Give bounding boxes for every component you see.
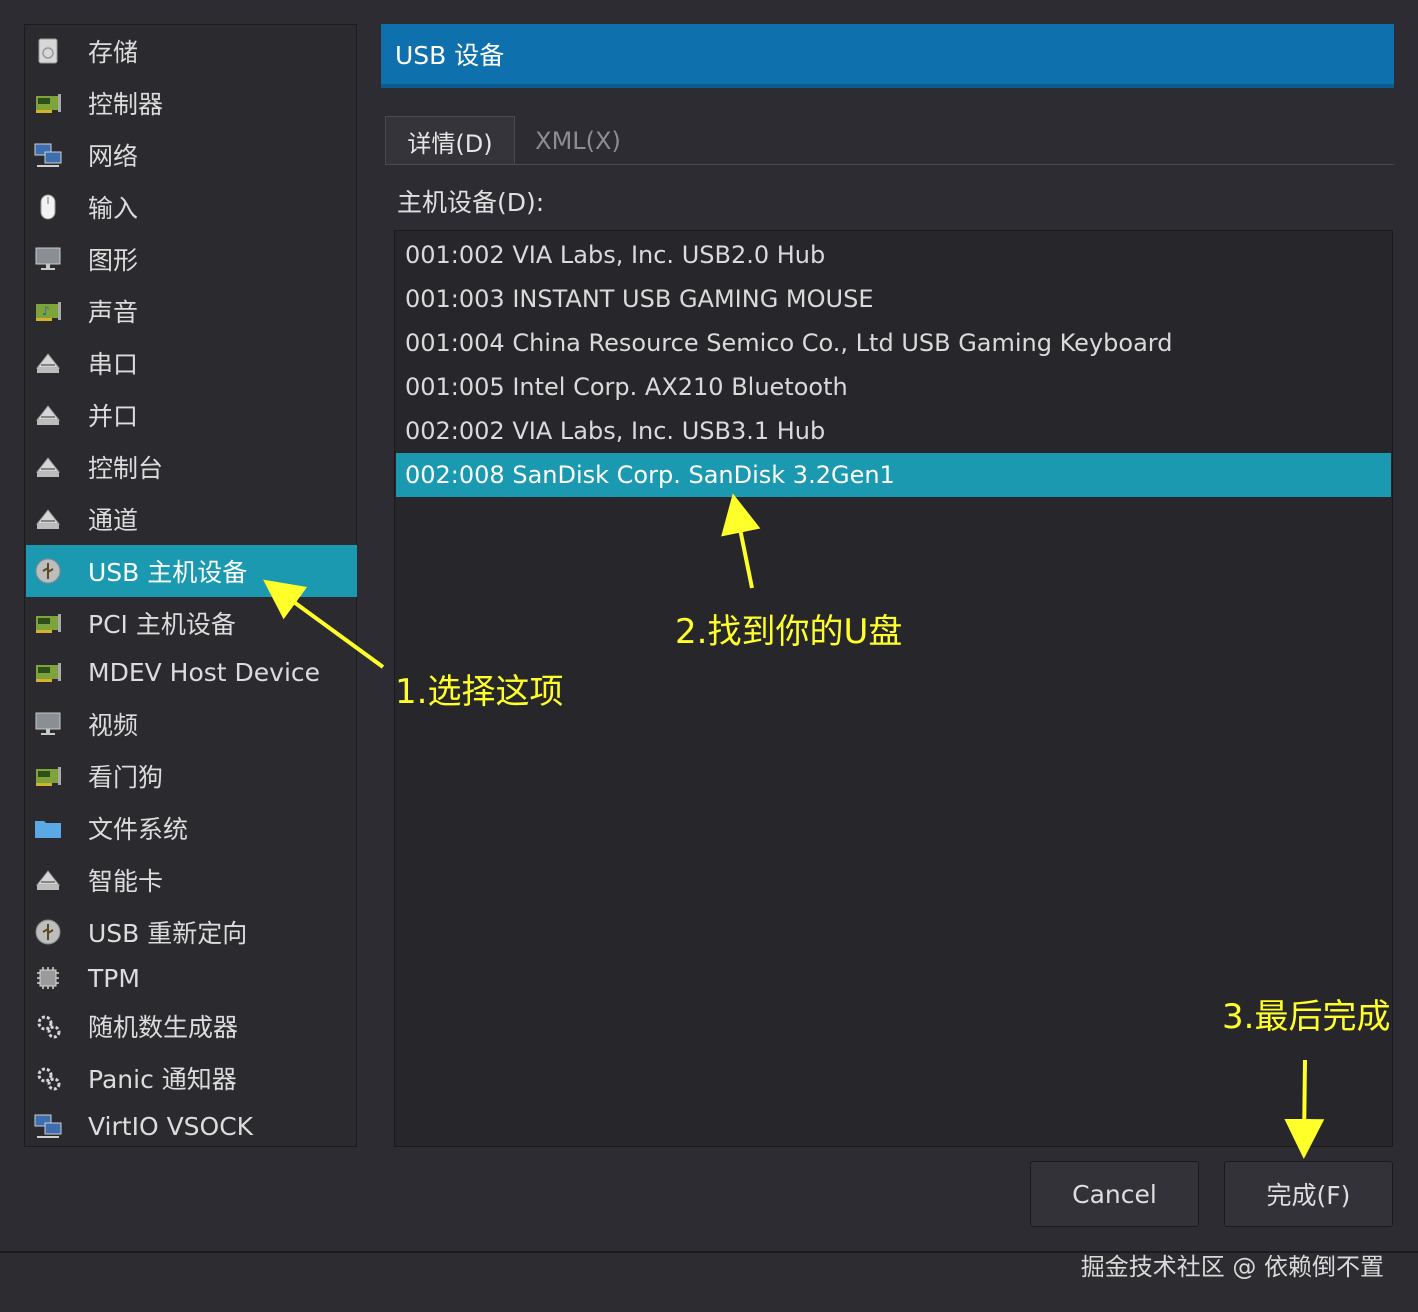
- sidebar-item[interactable]: 并口: [26, 389, 357, 441]
- sidebar-item-label: 随机数生成器: [88, 1013, 239, 1042]
- sidebar-item[interactable]: USB 主机设备: [26, 545, 357, 597]
- monitor-icon: [32, 708, 64, 740]
- device-row[interactable]: 002:002 VIA Labs, Inc. USB3.1 Hub: [396, 409, 1391, 453]
- sidebar-item-label: 控制台: [88, 454, 164, 483]
- gear-icon: [32, 1062, 64, 1094]
- sidebar-item[interactable]: 文件系统: [26, 802, 357, 854]
- sidebar-item-label: Panic 通知器: [88, 1065, 237, 1094]
- card-icon: [32, 87, 64, 119]
- tab-details[interactable]: 详情(D): [385, 116, 515, 165]
- folder-icon: [32, 812, 64, 844]
- svg-text:♪: ♪: [42, 304, 50, 318]
- annotation-step1: 1.选择这项: [395, 672, 564, 712]
- serial-icon: [32, 503, 64, 535]
- sidebar-item[interactable]: 视频: [26, 698, 357, 750]
- sidebar-item[interactable]: 串口: [26, 337, 357, 389]
- card-icon: [32, 607, 64, 639]
- sidebar-item-label: 输入: [88, 194, 139, 223]
- sidebar-item[interactable]: 网络: [26, 129, 357, 181]
- sidebar-item-label: 视频: [88, 711, 139, 740]
- sidebar-item-label: MDEV Host Device: [88, 657, 321, 687]
- sidebar-item-label: 文件系统: [88, 815, 189, 844]
- host-device-label: 主机设备(D):: [397, 188, 545, 217]
- card-icon: [32, 760, 64, 792]
- card-icon: [32, 656, 64, 688]
- tab-divider: [385, 164, 1394, 165]
- sidebar-item[interactable]: 控制台: [26, 441, 357, 493]
- network-icon: [32, 1110, 64, 1142]
- sidebar-item-label: 图形: [88, 246, 139, 275]
- storage-icon: [32, 35, 64, 67]
- watermark: 掘金技术社区 @ 依赖倒不置: [1080, 1253, 1384, 1281]
- sidebar-item[interactable]: USB 重新定向: [26, 906, 357, 958]
- sidebar-item[interactable]: 随机数生成器: [26, 1000, 357, 1052]
- network-icon: [32, 139, 64, 171]
- sound-card-icon: ♪: [32, 295, 64, 327]
- sidebar-item-label: 看门狗: [88, 763, 164, 792]
- sidebar-item[interactable]: PCI 主机设备: [26, 597, 357, 649]
- sidebar-item-label: 串口: [88, 350, 139, 379]
- mouse-icon: [32, 191, 64, 223]
- serial-icon: [32, 864, 64, 896]
- cancel-button[interactable]: Cancel: [1030, 1161, 1199, 1227]
- annotation-step3: 3.最后完成: [1222, 997, 1391, 1037]
- page-title: USB 设备: [395, 41, 505, 70]
- serial-icon: [32, 347, 64, 379]
- sidebar-item-label: PCI 主机设备: [88, 610, 236, 639]
- usb-icon: [32, 555, 64, 587]
- sidebar-item[interactable]: 看门狗: [26, 750, 357, 802]
- sidebar-item[interactable]: 存储: [26, 25, 357, 77]
- page-header: USB 设备: [381, 24, 1394, 88]
- gear-icon: [32, 1010, 64, 1042]
- sidebar-item-label: 通道: [88, 506, 139, 535]
- finish-button[interactable]: 完成(F): [1224, 1161, 1393, 1227]
- usb-icon: [32, 916, 64, 948]
- device-row[interactable]: 001:004 China Resource Semico Co., Ltd U…: [396, 321, 1391, 365]
- device-row[interactable]: 002:008 SanDisk Corp. SanDisk 3.2Gen1: [396, 453, 1391, 497]
- sidebar-item[interactable]: MDEV Host Device: [26, 646, 357, 698]
- chip-icon: [32, 962, 64, 994]
- sidebar-item-label: USB 重新定向: [88, 919, 248, 948]
- sidebar-item-label: 并口: [88, 402, 139, 431]
- sidebar-item-label: 网络: [88, 142, 139, 171]
- sidebar-item-label: VirtIO VSOCK: [88, 1111, 254, 1141]
- sidebar-item[interactable]: Panic 通知器: [26, 1052, 357, 1104]
- sidebar-item-label: TPM: [88, 963, 140, 993]
- monitor-icon: [32, 243, 64, 275]
- device-row[interactable]: 001:005 Intel Corp. AX210 Bluetooth: [396, 365, 1391, 409]
- sidebar-item-label: 智能卡: [88, 867, 164, 896]
- annotation-step2: 2.找到你的U盘: [675, 612, 903, 652]
- sidebar-item-label: 声音: [88, 298, 139, 327]
- sidebar-item[interactable]: ♪ 声音: [26, 285, 357, 337]
- tab-xml[interactable]: XML(X): [521, 116, 635, 165]
- sidebar-item-label: 控制器: [88, 90, 164, 119]
- device-category-sidebar: 存储控制器网络输入图形 ♪ 声音串口并口控制台通道 USB 主机设备 PCI 主机设备 M…: [24, 24, 357, 1147]
- sidebar-item-label: 存储: [88, 38, 139, 67]
- sidebar-item-label: USB 主机设备: [88, 558, 248, 587]
- device-row[interactable]: 001:002 VIA Labs, Inc. USB2.0 Hub: [396, 233, 1391, 277]
- sidebar-item[interactable]: VirtIO VSOCK: [26, 1100, 357, 1152]
- device-row[interactable]: 001:003 INSTANT USB GAMING MOUSE: [396, 277, 1391, 321]
- sidebar-item[interactable]: TPM: [26, 952, 357, 1004]
- sidebar-item[interactable]: 智能卡: [26, 854, 357, 906]
- sidebar-item[interactable]: 输入: [26, 181, 357, 233]
- sidebar-item[interactable]: 控制器: [26, 77, 357, 129]
- sidebar-item[interactable]: 通道: [26, 493, 357, 545]
- serial-icon: [32, 451, 64, 483]
- sidebar-item[interactable]: 图形: [26, 233, 357, 285]
- serial-icon: [32, 399, 64, 431]
